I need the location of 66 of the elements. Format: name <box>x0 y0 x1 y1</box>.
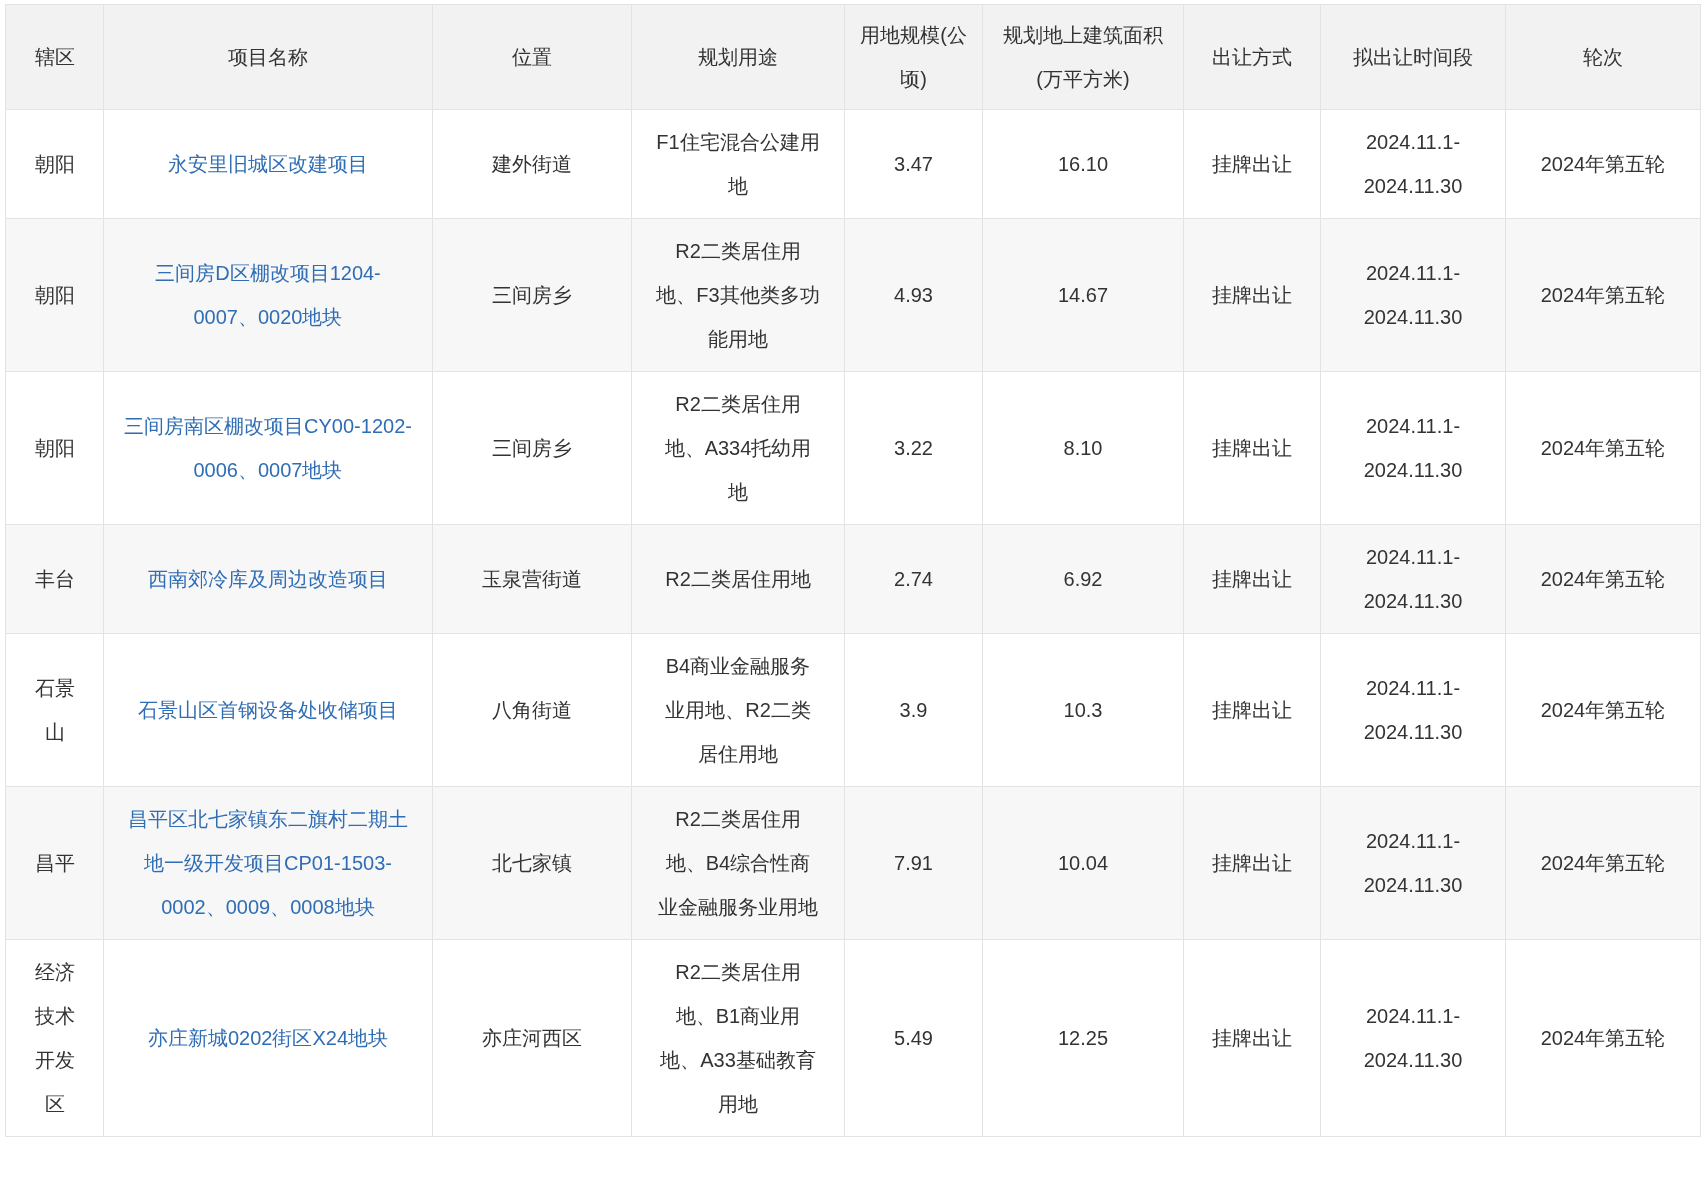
table-cell-text: 2024年第五轮 <box>1539 152 1667 177</box>
table-cell-text: 亦庄河西区 <box>481 1026 583 1051</box>
table-cell-text: 2024.11.1-2024.11.30 <box>1362 414 1464 483</box>
table-cell-text: 3.22 <box>893 436 934 461</box>
table-cell-text: 10.3 <box>1062 698 1104 723</box>
project-link[interactable]: 亦庄新城0202街区X24地块 <box>124 1016 412 1060</box>
table-cell-text: 12.25 <box>1056 1026 1110 1051</box>
table-cell-text: 7.91 <box>893 851 934 876</box>
table-cell-text: 三间房乡 <box>491 283 573 308</box>
table-cell-text: 2024年第五轮 <box>1539 698 1667 723</box>
table-cell-text: 建外街道 <box>491 152 573 177</box>
table-cell-text: 14.67 <box>1056 283 1110 308</box>
table-cell-text: 朝阳 <box>33 283 76 308</box>
column-header: 出让方式 <box>1211 45 1293 70</box>
column-header: 项目名称 <box>227 45 309 70</box>
table-cell-text: 2024年第五轮 <box>1539 1026 1667 1051</box>
table-cell-text: 2024.11.1-2024.11.30 <box>1362 261 1464 330</box>
table-cell-text: B4商业金融服务业用地、R2二类居住用地 <box>664 654 812 767</box>
table-cell-text: 挂牌出让 <box>1211 851 1293 876</box>
table-cell-text: 2.74 <box>893 567 934 592</box>
table-cell-text: 挂牌出让 <box>1211 283 1293 308</box>
table-cell-text: R2二类居住用地、B1商业用地、A33基础教育用地 <box>659 960 817 1117</box>
table-cell-text: 3.9 <box>898 698 929 723</box>
table-cell-text: 2024.11.1-2024.11.30 <box>1362 676 1464 745</box>
column-header: 位置 <box>511 45 553 70</box>
table-cell-text: R2二类居住用地、B4综合性商业金融服务业用地 <box>657 807 819 920</box>
table-cell-text: 挂牌出让 <box>1211 567 1293 592</box>
table-cell-text: 三间房乡 <box>491 436 573 461</box>
column-header: 规划地上建筑面积(万平方米) <box>1002 23 1164 92</box>
table-cell-text: 4.93 <box>893 283 934 308</box>
column-header: 辖区 <box>33 45 76 70</box>
table-cell-text: 10.04 <box>1056 851 1110 876</box>
table-cell-text: 昌平 <box>33 851 76 876</box>
table-cell-text: 挂牌出让 <box>1211 698 1293 723</box>
table-cell-text: 挂牌出让 <box>1211 436 1293 461</box>
table-cell-text: 2024.11.1-2024.11.30 <box>1362 545 1464 614</box>
table-cell-text: 3.47 <box>893 152 934 177</box>
table-cell-text: 6.92 <box>1062 567 1104 592</box>
table-cell-text: 玉泉营街道 <box>481 567 583 592</box>
column-header: 拟出让时间段 <box>1352 45 1474 70</box>
table-cell-text: R2二类居住用地、A334托幼用地 <box>663 392 813 505</box>
table-cell-text: 8.10 <box>1062 436 1104 461</box>
column-header: 轮次 <box>1582 45 1624 70</box>
table-cell-text: 2024年第五轮 <box>1539 567 1667 592</box>
table-cell-text: R2二类居住用地 <box>664 567 812 592</box>
table-cell-text: 挂牌出让 <box>1211 152 1293 177</box>
column-header: 用地规模(公顷) <box>859 23 968 92</box>
table-cell-text: 2024.11.1-2024.11.30 <box>1362 829 1464 898</box>
table-cell-text: 2024.11.1-2024.11.30 <box>1362 1004 1464 1073</box>
table-cell-text: 经济技术开发区 <box>33 960 76 1117</box>
table-cell-text: 北七家镇 <box>491 851 573 876</box>
table-cell-text: 16.10 <box>1056 152 1110 177</box>
table-cell-text: 丰台 <box>33 567 76 592</box>
column-header: 规划用途 <box>697 45 779 70</box>
table-cell-text: R2二类居住用地、F3其他类多功能用地 <box>656 239 820 352</box>
table-cell-text: 2024年第五轮 <box>1539 851 1667 876</box>
table-cell-text: 朝阳 <box>33 152 76 177</box>
table-cell-text: 2024年第五轮 <box>1539 436 1667 461</box>
table-cell-text: 2024.11.1-2024.11.30 <box>1362 130 1464 199</box>
table-cell-text: F1住宅混合公建用地 <box>656 130 820 199</box>
table-cell-text: 挂牌出让 <box>1211 1026 1293 1051</box>
table-cell-text: 2024年第五轮 <box>1539 283 1667 308</box>
table-cell-text: 八角街道 <box>491 698 573 723</box>
table-cell-text: 5.49 <box>893 1026 934 1051</box>
table-cell-text: 石景山 <box>33 676 76 745</box>
table-cell-text: 朝阳 <box>33 436 76 461</box>
